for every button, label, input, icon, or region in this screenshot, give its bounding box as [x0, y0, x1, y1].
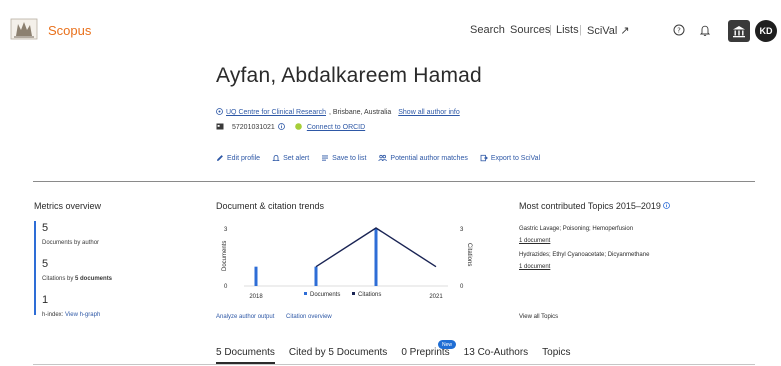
y-axis-label: Documents [222, 241, 228, 271]
people-icon [378, 154, 388, 162]
x-tick-label: 2018 [249, 294, 263, 300]
top-bar: Scopus Search Sources | Lists | SciVal ↗… [0, 0, 781, 62]
citations-label: Citations by 5 documents [42, 276, 112, 282]
topic-name[interactable]: Hydrazides; Ethyl Cyanoacetate; Dicyanme… [519, 252, 649, 258]
tab-co-authors[interactable]: 13 Co-Authors [464, 347, 528, 364]
affiliation-link[interactable]: UQ Centre for Clinical Research [226, 109, 326, 116]
affiliation-row: UQ Centre for Clinical Research, Brisban… [216, 108, 460, 117]
affiliation-location: , Brisbane, Australia [328, 109, 392, 116]
documents-bar [254, 266, 258, 286]
svg-text:?: ? [677, 27, 681, 35]
export-to-scival-label: Export to SciVal [490, 154, 541, 162]
results-tabs: 5 Documents Cited by 5 Documents 0 Prepr… [216, 347, 571, 364]
author-id: 57201031021 [232, 124, 275, 131]
potential-author-matches-button[interactable]: Potential author matches [378, 154, 468, 162]
legend-documents-label: Documents [310, 292, 340, 298]
topic-document-count[interactable]: 1 document [519, 238, 550, 244]
set-alert-label: Set alert [283, 154, 310, 162]
tab-topics[interactable]: Topics [542, 347, 570, 364]
list-icon [322, 155, 329, 161]
documents-label: Documents by author [42, 240, 100, 246]
edit-profile-label: Edit profile [227, 154, 261, 162]
edit-profile-button[interactable]: Edit profile [216, 154, 260, 162]
topics-title: Most contributed Topics 2015–2019 [519, 201, 671, 211]
help-icon[interactable]: ? [669, 20, 689, 40]
citations-count: 5 [42, 258, 49, 270]
citation-overview-link[interactable]: Citation overview [286, 314, 332, 320]
metrics-overview-title: Metrics overview [34, 201, 102, 211]
show-all-author-info-link[interactable]: Show all author info [398, 109, 459, 116]
legend-documents-swatch [304, 292, 307, 295]
save-to-list-label: Save to list [332, 154, 367, 162]
tab-cited-by[interactable]: Cited by 5 Documents [289, 347, 387, 364]
new-badge: New [438, 340, 456, 349]
trends-chart: 3 0 3 0 Documents Citations 2018 2021 Documents C… [222, 227, 472, 300]
author-actions: Edit profile Set alert Save to list Pote… [216, 154, 540, 162]
nav-separator: | [579, 24, 582, 36]
topic-document-count[interactable]: 1 document [519, 264, 550, 270]
view-h-graph-link[interactable]: View h-graph [65, 312, 100, 318]
tabs-divider [33, 364, 755, 365]
x-tick-label: 2021 [429, 294, 443, 300]
institution-icon[interactable] [728, 20, 750, 42]
location-icon [216, 108, 223, 117]
y2-tick-label: 3 [460, 227, 464, 233]
author-name: Ayfan, Abdalkareem Hamad [216, 64, 482, 87]
info-icon[interactable] [277, 123, 285, 132]
elsevier-logo[interactable] [10, 18, 38, 40]
topics-title-text: Most contributed Topics 2015–2019 [519, 201, 661, 211]
trends-title: Document & citation trends [216, 201, 325, 211]
author-id-row: 57201031021 Connect to ORCID [216, 123, 365, 132]
y2-tick-label: 0 [460, 284, 464, 290]
tab-preprints[interactable]: 0 Preprints [401, 347, 449, 364]
h-index-value: 1 [42, 294, 49, 306]
y-tick-label: 3 [224, 227, 228, 233]
y2-axis-label: Citations [466, 243, 472, 266]
legend-citations-label: Citations [358, 292, 381, 298]
metrics-accent-bar [34, 221, 36, 315]
y-tick-label: 0 [224, 284, 228, 290]
chart-links: Analyze author output Citation overview [216, 314, 332, 320]
documents-count: 5 [42, 222, 49, 234]
nav-search[interactable]: Search [470, 24, 505, 36]
bell-icon [272, 154, 280, 161]
section-divider [33, 181, 755, 182]
topic-name[interactable]: Gastric Lavage; Poisoning; Hemoperfusion [519, 226, 633, 232]
pencil-icon [217, 155, 223, 161]
nav-scival[interactable]: SciVal ↗ [587, 24, 630, 37]
potential-author-matches-label: Potential author matches [390, 154, 468, 162]
info-icon[interactable] [663, 201, 671, 211]
user-avatar[interactable]: KD [755, 20, 777, 42]
view-all-topics-link[interactable]: View all Topics [519, 314, 558, 320]
analyze-author-output-link[interactable]: Analyze author output [216, 314, 274, 320]
set-alert-button[interactable]: Set alert [272, 154, 309, 162]
documents-bar [374, 228, 378, 286]
h-index-label: h-index: [42, 312, 64, 318]
id-card-icon [216, 123, 224, 132]
nav-lists[interactable]: Lists [556, 24, 579, 36]
export-icon [480, 154, 488, 162]
tab-documents[interactable]: 5 Documents [216, 347, 275, 364]
orcid-icon [295, 123, 302, 132]
citations-label-docs: 5 documents [75, 276, 113, 282]
connect-orcid-link[interactable]: Connect to ORCID [307, 124, 365, 131]
bell-icon[interactable] [695, 20, 715, 40]
export-to-scival-button[interactable]: Export to SciVal [480, 154, 540, 162]
save-to-list-button[interactable]: Save to list [321, 154, 366, 162]
h-index-row: h-index: View h-graph [42, 312, 100, 318]
nav-sources[interactable]: Sources [510, 24, 550, 36]
nav-separator: | [549, 24, 552, 36]
legend-citations-swatch [352, 292, 355, 295]
scopus-logo-text[interactable]: Scopus [48, 23, 91, 38]
citations-label-prefix: Citations by [42, 276, 76, 282]
documents-bar [314, 266, 318, 286]
